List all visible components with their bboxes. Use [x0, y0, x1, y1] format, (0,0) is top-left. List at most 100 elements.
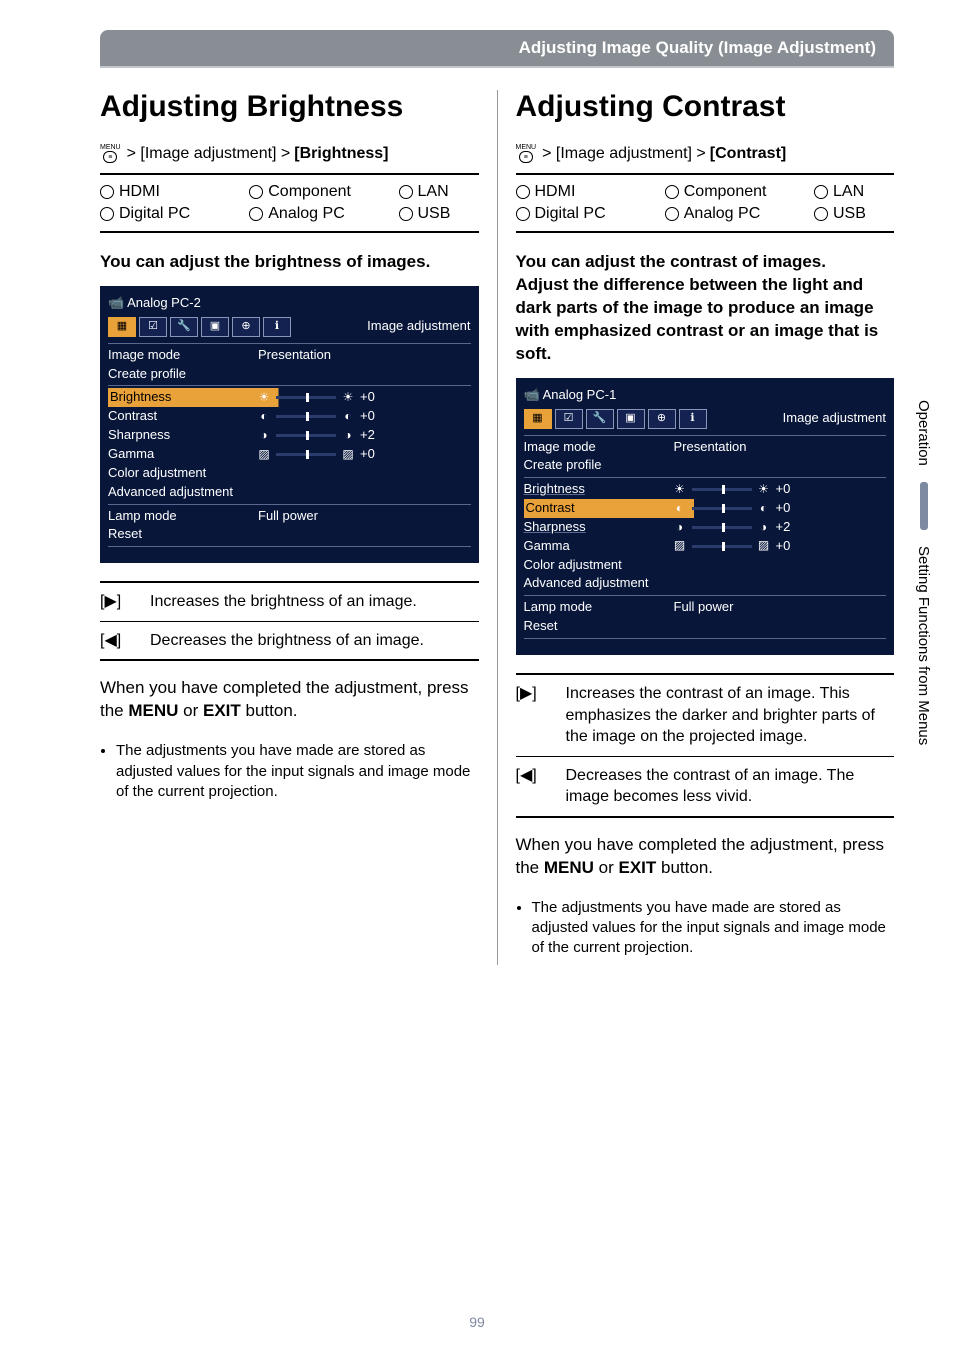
osd-tabs: ▦ ☑ 🔧 ▣ ⊕ ℹ Image adjustment [524, 409, 887, 429]
ring-icon [249, 185, 263, 199]
osd-source-label: Analog PC-1 [543, 387, 617, 402]
breadcrumb-brightness: MENU ≡ > [Image adjustment] > [Brightnes… [100, 144, 479, 163]
menu-icon-glyph: ≡ [103, 151, 117, 163]
page-number: 99 [0, 1314, 954, 1330]
heading-brightness: Adjusting Brightness [100, 90, 479, 124]
osd-source-label: Analog PC-2 [127, 295, 201, 310]
input-label: USB [833, 205, 866, 223]
slider-icon [276, 434, 336, 437]
column-contrast: Adjusting Contrast MENU ≡ > [Image adjus… [497, 90, 895, 965]
osd-tabs: ▦ ☑ 🔧 ▣ ⊕ ℹ Image adjustment [108, 317, 471, 337]
input-analog-pc: Analog PC [665, 203, 814, 225]
side-bar-icon [920, 482, 928, 530]
osd-row: Advanced adjustment [108, 483, 471, 502]
menu-icon: MENU ≡ [516, 144, 537, 163]
left-arrow-icon: [◀] [100, 630, 136, 652]
osd-tab: ℹ [679, 409, 707, 429]
input-component: Component [665, 181, 814, 203]
input-label: Digital PC [119, 205, 190, 223]
dir-desc: Decreases the contrast of an image. The … [566, 765, 895, 808]
input-analog-pc: Analog PC [249, 203, 398, 225]
breadcrumb-contrast: MENU ≡ > [Image adjustment] > [Contrast] [516, 144, 895, 163]
osd-row: Sharpness◑◑+2 [524, 518, 887, 537]
osd-tab-selected: ▦ [108, 317, 136, 337]
input-label: LAN [833, 183, 864, 201]
crumb-mid: > [Image adjustment] > [542, 145, 706, 163]
input-grid-right: HDMI Component LAN Digital PC Analog PC … [516, 173, 895, 233]
ring-icon [399, 185, 413, 199]
osd-screenshot-brightness: 📹 Analog PC-2 ▦ ☑ 🔧 ▣ ⊕ ℹ Image adjustme… [100, 286, 479, 563]
input-usb: USB [399, 203, 479, 225]
osd-row: Advanced adjustment [524, 574, 887, 593]
crumb-end: [Brightness] [294, 145, 388, 163]
osd-row: Reset [108, 525, 471, 544]
osd-row: Lamp modeFull power [108, 507, 471, 526]
ring-icon [665, 207, 679, 221]
input-lan: LAN [399, 181, 479, 203]
closing-text: When you have completed the adjustment, … [100, 677, 479, 723]
osd-row: Create profile [524, 456, 887, 475]
ring-icon [100, 207, 114, 221]
osd-row: Image modePresentation [524, 438, 887, 457]
direction-table-contrast: [▶] Increases the contrast of an image. … [516, 673, 895, 818]
slider-icon [692, 507, 752, 510]
osd-tab: ☑ [555, 409, 583, 429]
column-brightness: Adjusting Brightness MENU ≡ > [Image adj… [100, 90, 497, 965]
osd-row: Reset [524, 617, 887, 636]
input-hdmi: HDMI [516, 181, 665, 203]
crumb-end: [Contrast] [710, 145, 786, 163]
input-label: USB [418, 205, 451, 223]
side-tabs: Operation Setting Functions from Menus [915, 400, 932, 745]
osd-screenshot-contrast: 📹 Analog PC-1 ▦ ☑ 🔧 ▣ ⊕ ℹ Image adjustme… [516, 378, 895, 655]
ring-icon [100, 185, 114, 199]
slider-icon [692, 488, 752, 491]
notes-list: The adjustments you have made are stored… [100, 741, 479, 802]
input-label: HDMI [535, 183, 576, 201]
osd-tab: 🔧 [170, 317, 198, 337]
ring-icon [814, 185, 828, 199]
input-usb: USB [814, 203, 894, 225]
dir-desc: Increases the brightness of an image. [150, 591, 479, 613]
osd-tab: ▣ [617, 409, 645, 429]
input-label: Analog PC [268, 205, 345, 223]
ring-icon [516, 185, 530, 199]
heading-contrast: Adjusting Contrast [516, 90, 895, 124]
input-label: Component [268, 183, 351, 201]
dir-row-right: [▶] Increases the brightness of an image… [100, 583, 479, 621]
closing-text: When you have completed the adjustment, … [516, 834, 895, 880]
slider-icon [692, 545, 752, 548]
input-component: Component [249, 181, 398, 203]
input-digital-pc: Digital PC [100, 203, 249, 225]
osd-row: Color adjustment [108, 464, 471, 483]
osd-row: Image modePresentation [108, 346, 471, 365]
dir-row-left: [◀] Decreases the contrast of an image. … [516, 756, 895, 816]
osd-row: Contrast◐◐+0 [108, 407, 471, 426]
menu-icon: MENU ≡ [100, 144, 121, 163]
direction-table-brightness: [▶] Increases the brightness of an image… [100, 581, 479, 661]
osd-row: Lamp modeFull power [524, 598, 887, 617]
notes-list: The adjustments you have made are stored… [516, 898, 895, 959]
input-hdmi: HDMI [100, 181, 249, 203]
osd-source-title: 📹 Analog PC-1 [524, 386, 887, 405]
osd-row: Gamma▨▨+0 [524, 537, 887, 556]
osd-section-label: Image adjustment [710, 409, 887, 428]
input-label: HDMI [119, 183, 160, 201]
osd-row-brightness-hl: Brightness☀☀+0 [108, 388, 471, 407]
input-label: Component [684, 183, 767, 201]
dir-desc: Increases the contrast of an image. This… [566, 683, 895, 748]
menu-icon-glyph: ≡ [519, 151, 533, 163]
right-arrow-icon: [▶] [100, 591, 136, 613]
input-digital-pc: Digital PC [516, 203, 665, 225]
input-lan: LAN [814, 181, 894, 203]
osd-tab: ▣ [201, 317, 229, 337]
intro-brightness: You can adjust the brightness of images. [100, 251, 479, 274]
ring-icon [665, 185, 679, 199]
left-arrow-icon: [◀] [516, 765, 552, 808]
note-item: The adjustments you have made are stored… [116, 741, 479, 802]
osd-row: Color adjustment [524, 556, 887, 575]
slider-icon [276, 396, 336, 399]
dir-row-right: [▶] Increases the contrast of an image. … [516, 675, 895, 756]
osd-row: Gamma▨▨+0 [108, 445, 471, 464]
menu-icon-label: MENU [100, 144, 121, 151]
input-label: Digital PC [535, 205, 606, 223]
